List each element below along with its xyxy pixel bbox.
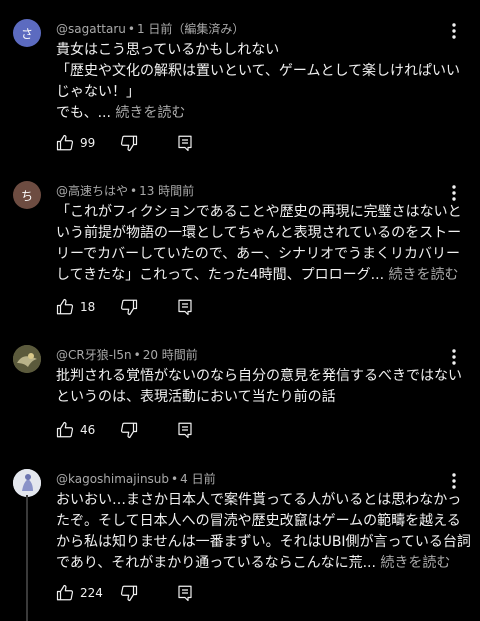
thumb-down-icon — [120, 135, 138, 152]
avatar[interactable] — [13, 469, 41, 497]
comment-line: というのは、表現活動において当たり前の話 — [56, 389, 336, 405]
comment-line: おいおい…まさか日本人で案件貰ってる人がいるとは思わなかっ — [56, 492, 462, 508]
avatar[interactable] — [13, 345, 41, 373]
author-name[interactable]: @sagattaru — [56, 22, 126, 36]
comment-actions: 18 — [56, 296, 226, 320]
reply-icon — [178, 585, 192, 602]
comment-line: じゃない！」 — [56, 84, 140, 100]
like-count: 99 — [80, 136, 96, 150]
dislike-button[interactable] — [120, 582, 138, 604]
reply-icon — [178, 422, 192, 439]
comment-meta: @sagattaru • 1 日前（編集済み） — [56, 22, 245, 36]
dislike-button[interactable] — [120, 132, 138, 154]
author-name[interactable]: @CR牙狼-l5n — [56, 348, 132, 362]
comment-line: でも、... — [56, 105, 111, 121]
like-count: 46 — [80, 423, 96, 437]
reply-button[interactable] — [176, 582, 194, 604]
like-button[interactable]: 46 — [56, 419, 95, 441]
timestamp[interactable]: 13 時間前 — [139, 184, 194, 198]
thumb-up-icon — [56, 298, 74, 315]
comment-line: であり、それがまかり通っているならこんなに荒... — [56, 555, 376, 571]
read-more-link[interactable]: 続きを読む — [388, 267, 458, 283]
like-count: 18 — [80, 300, 96, 314]
read-more-link[interactable]: 続きを読む — [115, 105, 185, 121]
dislike-button[interactable] — [120, 296, 138, 318]
comment-text: 「これがフィクションであることや歴史の再現に完璧さはないと いう前提が物語の一環… — [56, 202, 468, 286]
comment-meta: @CR牙狼-l5n • 20 時間前 — [56, 348, 198, 362]
thumb-up-icon — [56, 134, 74, 151]
like-count: 224 — [80, 586, 103, 600]
comment-line: リーでカバーしていたので、あー、シナリオでうまくリカバリー — [56, 246, 461, 262]
thumb-up-icon — [56, 421, 74, 438]
author-name[interactable]: @kagoshimajinsub — [56, 472, 169, 486]
reply-button[interactable] — [176, 419, 194, 441]
comment-line: 「歴史や文化の解釈は置いといて、ゲームとして楽しけれぱいい — [56, 63, 461, 79]
thumb-down-icon — [120, 585, 138, 602]
avatar-image — [13, 345, 41, 373]
comment-line: してきたな」これって、たった4時間、プロローグ... — [56, 267, 385, 283]
like-button[interactable]: 224 — [56, 582, 103, 604]
timestamp[interactable]: 1 日前（編集済み） — [137, 22, 244, 36]
comment-actions: 224 — [56, 582, 226, 606]
reply-button[interactable] — [176, 132, 194, 154]
reply-icon — [178, 135, 192, 152]
avatar-image — [13, 469, 41, 497]
comment-line: 批判される覚悟がないのなら自分の意見を発信するべきではない — [56, 368, 462, 384]
timestamp[interactable]: 4 日前 — [180, 472, 215, 486]
comment-text: 貴女はこう思っているかもしれない 「歴史や文化の解釈は置いといて、ゲームとして楽… — [56, 40, 468, 124]
avatar-letter: さ — [20, 26, 33, 41]
comment-line: たぞ。そして日本人への冒涜や歴史改竄はゲームの範疇を越える — [56, 513, 461, 529]
author-name[interactable]: @高速ちはや — [56, 184, 128, 198]
thread-line — [26, 495, 28, 621]
comment-meta: @高速ちはや • 13 時間前 — [56, 184, 195, 198]
reply-button[interactable] — [176, 296, 194, 318]
reply-icon — [178, 299, 192, 316]
comment-text: おいおい…まさか日本人で案件貰ってる人がいるとは思わなかっ たぞ。そして日本人へ… — [56, 490, 471, 574]
like-button[interactable]: 99 — [56, 132, 95, 154]
read-more-link[interactable]: 続きを読む — [380, 555, 450, 571]
thumb-up-icon — [56, 584, 74, 601]
comment-line: 貴女はこう思っているかもしれない — [56, 42, 280, 58]
comment-line: から私は知りませんは一番まずい。それはUBI側が言っている台詞 — [56, 534, 471, 550]
timestamp[interactable]: 20 時間前 — [143, 348, 198, 362]
comment-meta: @kagoshimajinsub • 4 日前 — [56, 472, 216, 486]
comment-actions: 46 — [56, 419, 226, 443]
avatar[interactable]: ち — [13, 181, 41, 209]
avatar-letter: ち — [20, 188, 33, 203]
avatar[interactable]: さ — [13, 19, 41, 47]
comment-line: 「これがフィクションであることや歴史の再現に完璧さはないと — [56, 204, 462, 220]
like-button[interactable]: 18 — [56, 296, 95, 318]
thumb-down-icon — [120, 299, 138, 316]
comment-actions: 99 — [56, 132, 226, 156]
thumb-down-icon — [120, 422, 138, 439]
comment-text: 批判される覚悟がないのなら自分の意見を発信するべきではない というのは、表現活動… — [56, 366, 468, 408]
comment-line: いう前提が物語の一環としてちゃんと表現されているのをストー — [56, 225, 462, 241]
dislike-button[interactable] — [120, 419, 138, 441]
